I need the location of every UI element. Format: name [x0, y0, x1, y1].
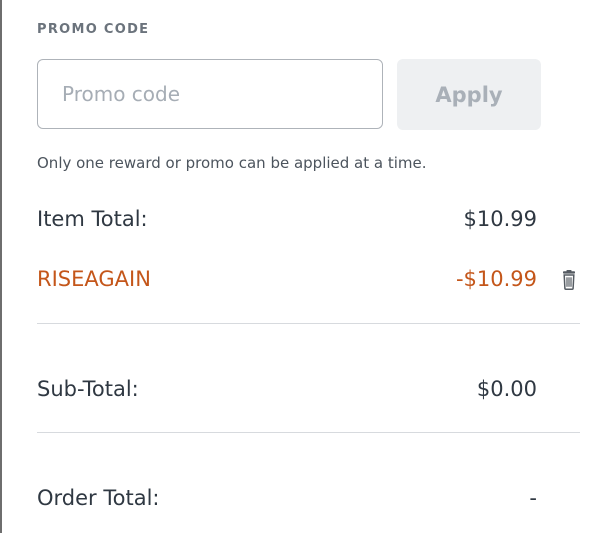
trash-icon[interactable] [560, 270, 578, 290]
promo-checkout-panel: PROMO CODE Apply Only one reward or prom… [37, 0, 581, 533]
item-total-value: $10.99 [463, 207, 537, 231]
applied-promo-code: RISEAGAIN [37, 267, 151, 291]
item-total-label: Item Total: [37, 207, 148, 231]
applied-promo-row: RISEAGAIN -$10.99 [37, 267, 537, 295]
window-left-edge [0, 0, 2, 533]
promo-code-row: Apply [37, 59, 542, 131]
order-total-label: Order Total: [37, 486, 160, 510]
subtotal-divider [37, 432, 580, 433]
promo-code-input[interactable] [37, 59, 383, 129]
subtotal-label: Sub-Total: [37, 377, 139, 401]
item-total-row: Item Total: $10.99 [37, 207, 537, 235]
order-total-row: Order Total: - [37, 486, 537, 514]
promo-section-title: PROMO CODE [37, 22, 150, 37]
apply-promo-button[interactable]: Apply [397, 59, 541, 130]
applied-promo-discount: -$10.99 [455, 267, 537, 291]
promo-limit-note: Only one reward or promo can be applied … [37, 154, 427, 172]
summary-divider [37, 323, 580, 324]
subtotal-value: $0.00 [476, 377, 537, 401]
subtotal-row: Sub-Total: $0.00 [37, 377, 537, 405]
order-total-value: - [529, 486, 537, 510]
